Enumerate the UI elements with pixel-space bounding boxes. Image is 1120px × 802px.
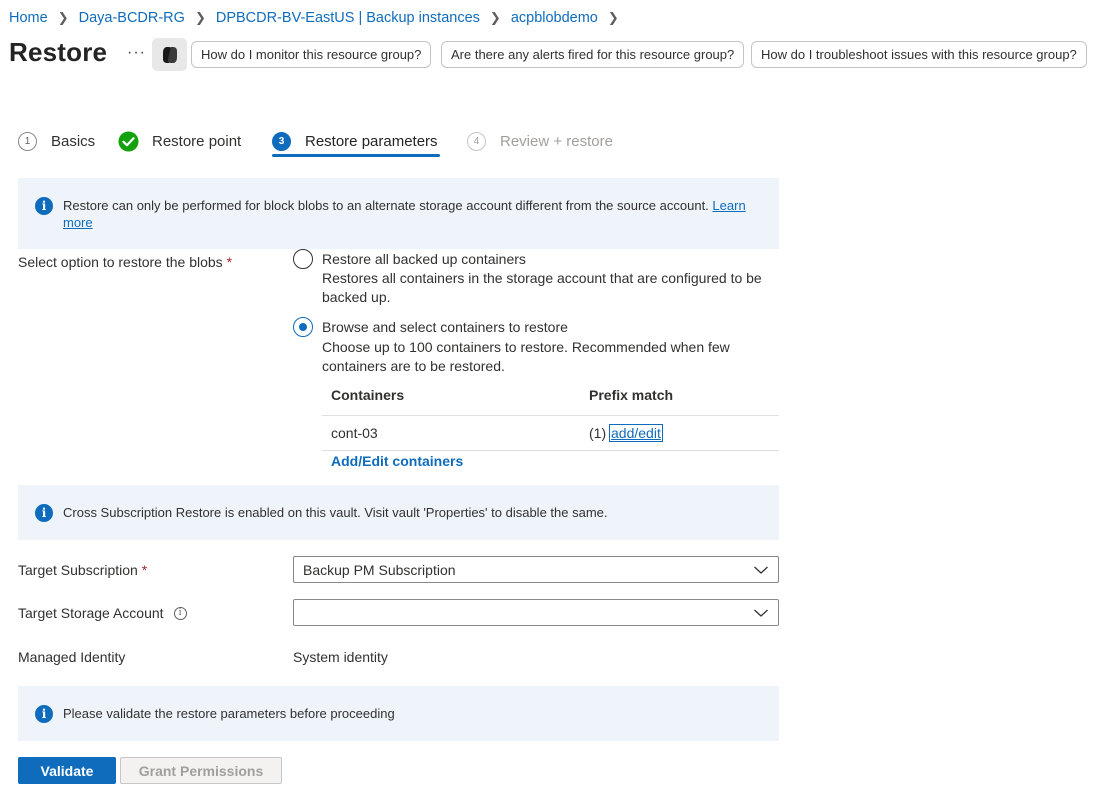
- checkmark-circle-icon: [118, 131, 139, 151]
- more-actions-button[interactable]: ···: [127, 44, 146, 62]
- step-number: 1: [18, 131, 37, 151]
- target-storage-label: Target Storage Account i: [18, 605, 187, 621]
- table-divider: [322, 415, 779, 416]
- dropdown-value: Backup PM Subscription: [303, 561, 456, 578]
- info-tooltip-icon[interactable]: i: [173, 606, 187, 620]
- table-cell-container: cont-03: [331, 425, 378, 441]
- breadcrumb: Home ❯ Daya-BCDR-RG ❯ DPBCDR-BV-EastUS |…: [9, 9, 629, 27]
- page-title: Restore: [9, 37, 108, 67]
- step-number: 4: [467, 131, 486, 151]
- breadcrumb-home[interactable]: Home: [9, 10, 48, 26]
- info-icon: i: [35, 197, 53, 215]
- step-label: Restore parameters: [305, 132, 438, 150]
- column-header-prefix-match: Prefix match: [589, 387, 674, 403]
- step-label: Basics: [51, 132, 96, 150]
- learn-more-link-cont[interactable]: more: [63, 215, 93, 230]
- info-banner-validate: i Please validate the restore parameters…: [18, 686, 779, 741]
- chevron-right-icon: ❯: [57, 10, 69, 25]
- target-subscription-label: Target Subscription *: [18, 562, 148, 578]
- active-step-indicator: [272, 154, 440, 157]
- target-subscription-dropdown[interactable]: Backup PM Subscription: [293, 556, 779, 583]
- step-number: 3: [272, 131, 291, 151]
- restore-option-label: Select option to restore the blobs *: [18, 254, 233, 270]
- radio-restore-all[interactable]: [293, 249, 313, 269]
- option-title-restore-all: Restore all backed up containers: [322, 251, 526, 267]
- required-asterisk: *: [141, 562, 148, 578]
- chevron-right-icon: ❯: [194, 10, 206, 25]
- option-desc-restore-all: Restores all containers in the storage a…: [322, 270, 762, 305]
- info-banner-block-blobs: i Restore can only be performed for bloc…: [18, 178, 779, 249]
- info-icon: i: [35, 705, 53, 723]
- banner-text: Restore can only be performed for block …: [63, 198, 709, 213]
- copilot-button[interactable]: [152, 38, 187, 71]
- breadcrumb-resource-group[interactable]: Daya-BCDR-RG: [79, 10, 185, 26]
- step-label: Review + restore: [500, 132, 613, 150]
- step-basics[interactable]: 1 Basics: [18, 131, 95, 151]
- breadcrumb-backup-instances[interactable]: DPBCDR-BV-EastUS | Backup instances: [216, 10, 480, 26]
- validate-button[interactable]: Validate: [18, 757, 116, 784]
- copilot-icon: [162, 46, 177, 63]
- required-asterisk: *: [226, 254, 233, 270]
- chevron-down-icon: [754, 566, 768, 574]
- table-cell-prefix: (1) add/edit: [589, 424, 663, 442]
- step-label: Restore point: [152, 132, 242, 150]
- step-restore-parameters[interactable]: 3 Restore parameters: [272, 131, 438, 151]
- suggestion-chip-monitor[interactable]: How do I monitor this resource group?: [191, 41, 432, 68]
- option-title-browse-select: Browse and select containers to restore: [322, 319, 568, 335]
- prefix-add-edit-link[interactable]: add/edit: [609, 424, 663, 442]
- radio-browse-select[interactable]: [293, 317, 313, 337]
- column-header-containers: Containers: [331, 387, 405, 403]
- add-edit-containers-link[interactable]: Add/Edit containers: [331, 453, 463, 469]
- breadcrumb-acpblobdemo[interactable]: acpblobdemo: [511, 10, 598, 26]
- banner-text: Please validate the restore parameters b…: [63, 706, 395, 721]
- grant-permissions-button: Grant Permissions: [120, 757, 282, 784]
- learn-more-link[interactable]: Learn: [712, 198, 745, 213]
- managed-identity-value: System identity: [293, 649, 388, 665]
- target-storage-dropdown[interactable]: [293, 599, 779, 626]
- managed-identity-label: Managed Identity: [18, 649, 126, 665]
- step-review-restore: 4 Review + restore: [467, 131, 613, 151]
- step-restore-point[interactable]: Restore point: [118, 131, 241, 151]
- info-banner-cross-subscription: i Cross Subscription Restore is enabled …: [18, 485, 779, 540]
- option-desc-browse-select: Choose up to 100 containers to restore. …: [322, 339, 730, 374]
- chevron-right-icon: ❯: [489, 10, 501, 25]
- chevron-down-icon: [754, 609, 768, 617]
- chevron-right-icon: ❯: [607, 10, 619, 25]
- suggestion-chip-troubleshoot[interactable]: How do I troubleshoot issues with this r…: [751, 41, 1087, 68]
- suggestion-chip-alerts[interactable]: Are there any alerts fired for this reso…: [441, 41, 745, 68]
- table-divider: [322, 450, 779, 451]
- banner-text: Cross Subscription Restore is enabled on…: [63, 505, 608, 520]
- info-icon: i: [35, 504, 53, 522]
